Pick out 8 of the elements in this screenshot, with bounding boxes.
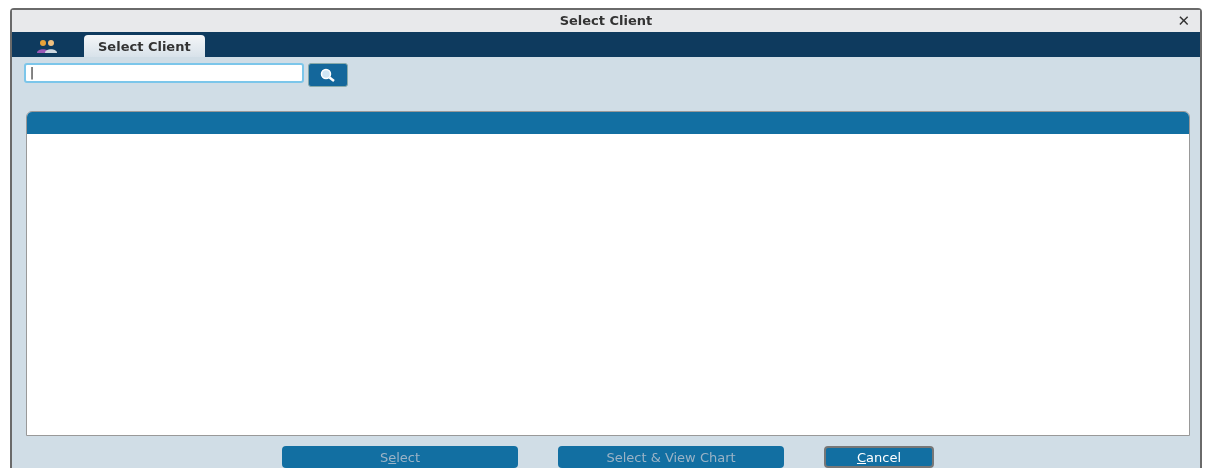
window-title: Select Client	[559, 13, 653, 29]
search-icon	[320, 68, 336, 83]
search-button[interactable]	[308, 63, 348, 88]
tab[interactable]: Select Client	[84, 35, 205, 58]
people-icon	[36, 39, 58, 54]
dialog-button[interactable]: Cancel	[824, 446, 934, 468]
close-icon[interactable]: ✕	[1177, 12, 1190, 30]
search-field[interactable]: |	[24, 63, 304, 84]
